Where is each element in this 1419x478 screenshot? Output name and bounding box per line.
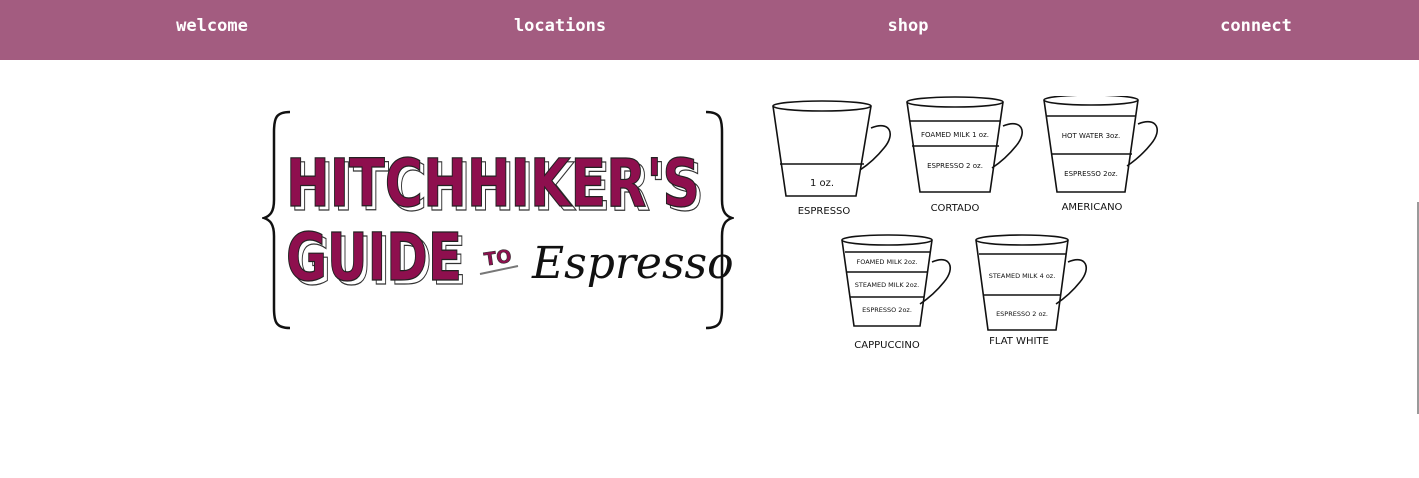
nav-link-shop[interactable]: shop — [888, 16, 929, 36]
top-navigation-bar: welcome locations shop connect — [0, 0, 1419, 60]
espresso-layer-1: 1 oz. — [810, 178, 834, 189]
logo-line1: HITCHHIKER'S — [286, 145, 700, 222]
logo-line2: GUIDE — [286, 219, 462, 296]
hero-section: HITCHHIKER'S HITCHHIKER'S GUIDE GUIDE TO… — [0, 60, 1419, 478]
americano-layer-2: ESPRESSO 2oz. — [1064, 170, 1118, 178]
flat-white-label: FLAT WHITE — [989, 336, 1049, 347]
espresso-drinks-chart: 1 oz. ESPRESSO FOAMED MILK 1 oz. ESPRESS… — [772, 96, 1158, 351]
hitchhikers-guide-logo: HITCHHIKER'S HITCHHIKER'S GUIDE GUIDE TO… — [262, 110, 734, 330]
americano-layer-1: HOT WATER 3oz. — [1062, 132, 1120, 140]
nav-link-welcome[interactable]: welcome — [176, 16, 248, 36]
nav-link-connect[interactable]: connect — [1220, 16, 1292, 36]
logo-script: Espresso — [531, 238, 734, 289]
right-brace-icon — [705, 110, 734, 330]
flat-white-layer-1: STEAMED MILK 4 oz. — [989, 272, 1056, 280]
cappuccino-layer-1: FOAMED MILK 2oz. — [856, 258, 917, 266]
cappuccino-layer-3: ESPRESSO 2oz. — [862, 306, 912, 314]
nav-link-locations[interactable]: locations — [514, 16, 606, 36]
cortado-label: CORTADO — [931, 203, 980, 214]
cortado-layer-1: FOAMED MILK 1 oz. — [921, 131, 989, 139]
espresso-label: ESPRESSO — [798, 206, 851, 217]
americano-label: AMERICANO — [1062, 202, 1123, 213]
cappuccino-label: CAPPUCCINO — [854, 340, 920, 351]
cortado-layer-2: ESPRESSO 2 oz. — [927, 162, 983, 170]
cappuccino-layer-2: STEAMED MILK 2oz. — [855, 281, 920, 289]
cortado-cup-icon — [906, 96, 1023, 193]
flat-white-layer-2: ESPRESSO 2 oz. — [996, 310, 1048, 318]
